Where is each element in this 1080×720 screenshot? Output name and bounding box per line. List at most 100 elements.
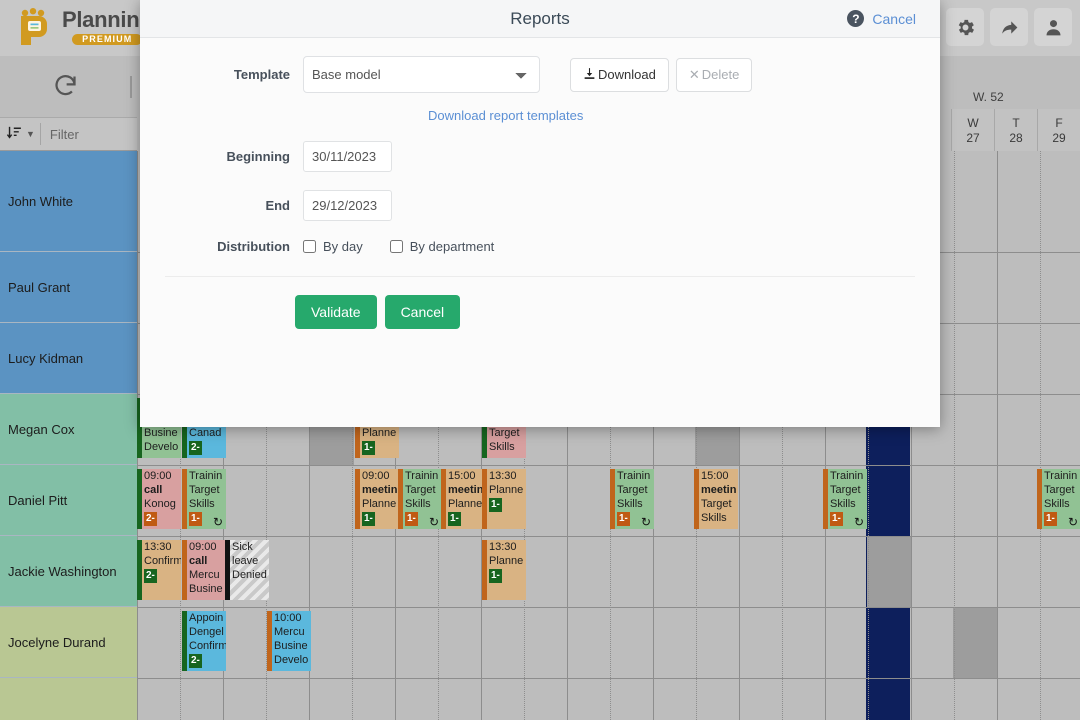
- person-row[interactable]: Jocelyne Durand: [0, 607, 137, 678]
- calendar-event[interactable]: TraininTargetSkills1-↻: [823, 469, 867, 529]
- toolbar-divider: [130, 76, 132, 98]
- event-line: Skills: [489, 440, 526, 454]
- event-line: Skills: [189, 497, 226, 511]
- person-name: Jackie Washington: [8, 564, 117, 579]
- day-header-28[interactable]: T28: [994, 109, 1037, 151]
- by-day-label: By day: [323, 239, 363, 254]
- beginning-date-input[interactable]: [303, 141, 392, 172]
- calendar-event[interactable]: 15:00meetinTargetSkills: [694, 469, 738, 529]
- event-status-badge: 2-: [189, 654, 202, 668]
- day-header-29[interactable]: F29: [1037, 109, 1080, 151]
- person-row[interactable]: John White: [0, 151, 137, 252]
- calendar-event[interactable]: 09:00meetinPlanne1-: [355, 469, 399, 529]
- by-department-checkbox[interactable]: [390, 240, 403, 253]
- reports-dialog: Reports ? Cancel Template Base model: [140, 0, 940, 427]
- calendar-event[interactable]: 09:00callMercuBusine: [182, 540, 226, 600]
- template-select[interactable]: Base model: [303, 56, 540, 93]
- event-line: call: [189, 554, 226, 568]
- calendar-event[interactable]: TraininTargetSkills1-↻: [1037, 469, 1080, 529]
- person-row[interactable]: Lucy Kidman: [0, 323, 137, 394]
- day-header-27[interactable]: W27: [951, 109, 994, 151]
- event-line: 15:00: [701, 469, 738, 483]
- event-line: Trainin: [830, 469, 867, 483]
- grid-row-line: [137, 607, 1080, 608]
- recurring-icon: ↻: [429, 515, 439, 529]
- dialog-body: Template Base model Download ✕ Delete: [140, 56, 940, 329]
- event-line: Konog: [144, 497, 181, 511]
- person-row[interactable]: Megan Cox: [0, 394, 137, 465]
- by-day-checkbox[interactable]: [303, 240, 316, 253]
- calendar-event[interactable]: SickleaveDenied: [225, 540, 269, 600]
- event-status-badge: 2-: [189, 441, 202, 455]
- event-line: Develo: [144, 440, 181, 454]
- filter-input[interactable]: Filter: [50, 127, 79, 142]
- calendar-event[interactable]: 15:00meetinPlanne1-: [441, 469, 485, 529]
- event-line: Target: [189, 483, 226, 497]
- event-line: Dengel: [189, 625, 226, 639]
- event-line: 09:00: [362, 469, 399, 483]
- calendar-event[interactable]: TraininTargetSkills1-↻: [398, 469, 442, 529]
- logo-premium-badge: PREMIUM: [72, 34, 142, 45]
- event-line: leave: [232, 554, 269, 568]
- person-name: John White: [8, 194, 73, 209]
- event-status-badge: 1-: [189, 512, 202, 526]
- download-report-templates-link[interactable]: Download report templates: [428, 108, 583, 123]
- event-line: Trainin: [189, 469, 226, 483]
- calendar-event[interactable]: 13:30Planne1-: [482, 540, 526, 600]
- gear-icon[interactable]: [946, 8, 984, 46]
- day-of-week: T: [1012, 116, 1019, 130]
- person-name: Jocelyne Durand: [8, 635, 106, 650]
- by-department-option[interactable]: By department: [390, 239, 495, 254]
- distribution-row: Distribution By day By department: [140, 239, 940, 254]
- recurring-icon: ↻: [641, 515, 651, 529]
- event-line: Target: [1044, 483, 1080, 497]
- chevron-down-icon[interactable]: ▼: [26, 129, 35, 139]
- person-row[interactable]: Paul Grant: [0, 252, 137, 323]
- share-icon[interactable]: [990, 8, 1028, 46]
- user-icon[interactable]: [1034, 8, 1072, 46]
- calendar-event[interactable]: AppoinDengelConfirm2-: [182, 611, 226, 671]
- refresh-icon[interactable]: [52, 72, 79, 102]
- logo-title: Planning: [62, 9, 153, 31]
- event-line: 13:30: [489, 540, 526, 554]
- cancel-button[interactable]: Cancel: [385, 295, 461, 329]
- event-line: Mercu: [189, 568, 226, 582]
- download-button-label: Download: [598, 67, 656, 82]
- calendar-event[interactable]: 13:30Confirm2-: [137, 540, 181, 600]
- event-status-badge: 1-: [448, 512, 461, 526]
- event-line: Target: [617, 483, 654, 497]
- planning-logo-icon: [12, 6, 54, 48]
- validate-button[interactable]: Validate: [295, 295, 377, 329]
- by-day-option[interactable]: By day: [303, 239, 363, 254]
- person-row-partial: [0, 678, 137, 720]
- distribution-label: Distribution: [165, 239, 290, 254]
- application-window: Planning PREMIUM: [0, 0, 1080, 720]
- event-line: call: [144, 483, 181, 497]
- delete-button[interactable]: ✕ Delete: [676, 58, 752, 92]
- event-status-badge: 1-: [830, 512, 843, 526]
- person-row[interactable]: Jackie Washington: [0, 536, 137, 607]
- event-line: Canad: [189, 426, 226, 440]
- event-line: meetin: [448, 483, 485, 497]
- day-of-month: 29: [1052, 131, 1065, 145]
- calendar-event[interactable]: 13:30Planne1-: [482, 469, 526, 529]
- filter-divider: [40, 123, 41, 145]
- end-date-input[interactable]: [303, 190, 392, 221]
- beginning-row: Beginning: [140, 141, 940, 172]
- sort-descending-icon[interactable]: [6, 124, 23, 144]
- app-logo[interactable]: Planning PREMIUM: [12, 6, 153, 48]
- calendar-event[interactable]: TraininTargetSkills1-↻: [610, 469, 654, 529]
- dialog-cancel-link[interactable]: Cancel: [872, 11, 916, 27]
- calendar-event[interactable]: 09:00callKonog2-: [137, 469, 181, 529]
- calendar-event[interactable]: 10:00MercuBusineDevelo: [267, 611, 311, 671]
- question-mark-icon[interactable]: ?: [847, 10, 864, 27]
- event-line: Skills: [701, 511, 738, 525]
- calendar-event[interactable]: TraininTargetSkills1-↻: [182, 469, 226, 529]
- person-row[interactable]: Daniel Pitt: [0, 465, 137, 536]
- download-button[interactable]: Download: [570, 58, 669, 92]
- event-line: 10:00: [274, 611, 311, 625]
- person-name: Paul Grant: [8, 280, 70, 295]
- event-line: Planne: [362, 497, 399, 511]
- download-icon: [583, 67, 596, 83]
- event-line: Target: [489, 426, 526, 440]
